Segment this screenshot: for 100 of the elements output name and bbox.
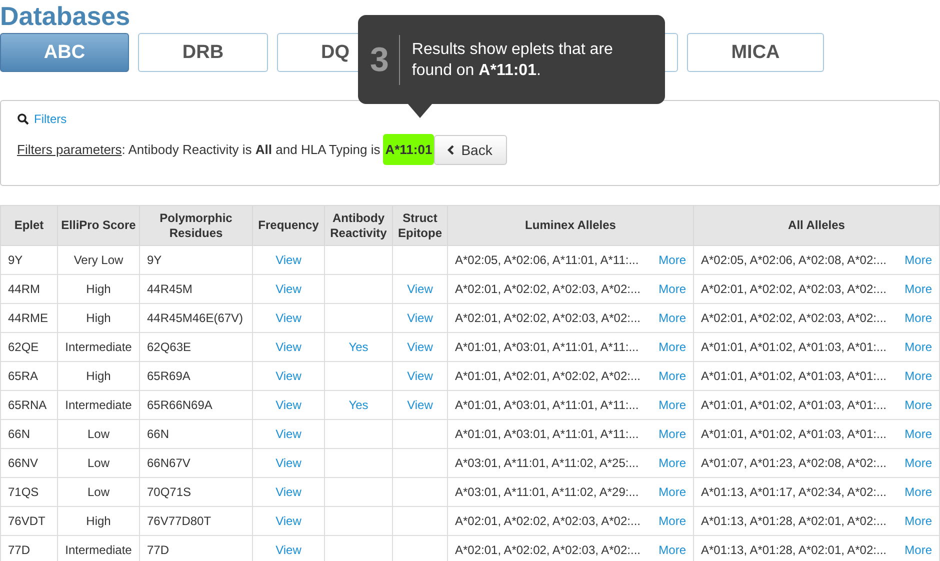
alleles-text: A*01:01, A*03:01, A*11:01, A*11:... (455, 398, 639, 412)
more-link[interactable]: More (658, 311, 686, 325)
alleles-text: A*03:01, A*11:01, A*11:02, A*25:... (455, 456, 639, 470)
score-cell: Low (58, 420, 140, 448)
column-header: Struct Epitope (392, 206, 448, 246)
view-link[interactable]: View (276, 543, 302, 557)
eplet-cell: 66NV (0, 448, 58, 478)
more-link[interactable]: More (658, 253, 686, 267)
search-icon (17, 113, 29, 125)
column-header: Frequency (252, 206, 324, 246)
eplet-cell: 77D (0, 536, 58, 561)
eplet-cell: 44RM (0, 274, 58, 304)
eplet-cell: 71QS (0, 478, 58, 506)
alleles-text: A*03:01, A*11:01, A*11:02, A*29:... (455, 485, 639, 499)
alleles-text: A*02:01, A*02:02, A*02:03, A*02:... (701, 282, 886, 296)
database-tab[interactable]: ABC (0, 33, 129, 72)
score-cell: High (58, 304, 140, 332)
eplet-cell: 44RME (0, 304, 58, 332)
residues-cell: 65R69A (140, 362, 252, 390)
more-link[interactable]: More (658, 485, 686, 499)
more-link[interactable]: More (904, 456, 932, 470)
more-link[interactable]: More (904, 369, 932, 383)
more-link[interactable]: More (904, 543, 932, 557)
eplet-cell: 76VDT (0, 506, 58, 536)
alleles-text: A*01:07, A*01:23, A*02:08, A*02:... (701, 456, 886, 470)
more-link[interactable]: More (904, 340, 932, 354)
score-cell: High (58, 362, 140, 390)
score-cell: High (58, 274, 140, 304)
filters-parameters-text: : Antibody Reactivity is All and HLA Typing is (122, 142, 380, 157)
alleles-text: A*01:13, A*01:28, A*02:01, A*02:... (701, 514, 886, 528)
more-link[interactable]: More (904, 311, 932, 325)
residues-cell: 44R45M46E(67V) (140, 304, 252, 332)
column-header: Antibody Reactivity (324, 206, 392, 246)
more-link[interactable]: More (658, 427, 686, 441)
view-link[interactable]: View (276, 282, 302, 296)
view-link[interactable]: View (276, 398, 302, 412)
more-link[interactable]: More (658, 282, 686, 296)
eplet-cell: 9Y (0, 246, 58, 274)
alleles-text: A*02:01, A*02:02, A*02:03, A*02:... (455, 543, 640, 557)
view-link[interactable]: View (276, 485, 302, 499)
column-header: Polymorphic Residues (140, 206, 252, 246)
score-cell: Intermediate (58, 390, 140, 420)
more-link[interactable]: More (904, 282, 932, 296)
residues-cell: 76V77D80T (140, 506, 252, 536)
alleles-text: A*02:05, A*02:06, A*02:08, A*02:... (701, 253, 886, 267)
view-link[interactable]: View (276, 253, 302, 267)
view-link[interactable]: View (276, 427, 302, 441)
more-link[interactable]: More (658, 543, 686, 557)
residues-cell: 66N (140, 420, 252, 448)
alleles-text: A*01:01, A*03:01, A*11:01, A*11:... (455, 427, 639, 441)
residues-cell: 65R66N69A (140, 390, 252, 420)
more-link[interactable]: More (658, 340, 686, 354)
chevron-left-icon (447, 144, 456, 154)
alleles-text: A*01:01, A*01:02, A*01:03, A*01:... (701, 398, 886, 412)
alleles-text: A*01:13, A*01:28, A*02:01, A*02:... (701, 543, 886, 557)
view-link[interactable]: View (276, 456, 302, 470)
more-link[interactable]: More (658, 369, 686, 383)
alleles-text: A*01:01, A*01:02, A*01:03, A*01:... (701, 427, 886, 441)
alleles-text: A*02:05, A*02:06, A*11:01, A*11:... (455, 253, 639, 267)
alleles-text: A*01:01, A*02:01, A*02:02, A*02:... (455, 369, 640, 383)
residues-cell: 9Y (140, 246, 252, 274)
yes-link[interactable]: Yes (348, 398, 368, 412)
score-cell: Low (58, 448, 140, 478)
more-link[interactable]: More (658, 456, 686, 470)
column-header: Eplet (0, 206, 58, 246)
view-link[interactable]: View (276, 311, 302, 325)
view-link[interactable]: View (276, 369, 302, 383)
more-link[interactable]: More (904, 514, 932, 528)
eplet-cell: 66N (0, 420, 58, 448)
alleles-text: A*02:01, A*02:02, A*02:03, A*02:... (701, 311, 886, 325)
filters-link[interactable]: Filters (34, 112, 67, 126)
eplet-cell: 62QE (0, 332, 58, 362)
more-link[interactable]: More (904, 427, 932, 441)
yes-link[interactable]: Yes (348, 340, 368, 354)
alleles-text: A*01:13, A*01:17, A*02:34, A*02:... (701, 485, 886, 499)
column-header: Luminex Alleles (448, 206, 694, 246)
page-title: Databases (0, 0, 132, 31)
back-button[interactable]: Back (434, 134, 508, 164)
database-tab[interactable]: DRB (138, 33, 268, 72)
residues-cell: 70Q71S (140, 478, 252, 506)
database-tab[interactable]: MICA (687, 33, 824, 72)
alleles-text: A*02:01, A*02:02, A*02:03, A*02:... (455, 514, 640, 528)
more-link[interactable]: More (904, 253, 932, 267)
residues-cell: 62Q63E (140, 332, 252, 362)
view-link[interactable]: View (276, 514, 302, 528)
more-link[interactable]: More (904, 485, 932, 499)
score-cell: Very Low (58, 246, 140, 274)
view-link[interactable]: View (276, 340, 302, 354)
step-number: 3 (370, 34, 400, 84)
column-header: ElliPro Score (58, 206, 140, 246)
more-link[interactable]: More (658, 398, 686, 412)
alleles-text: A*02:01, A*02:02, A*02:03, A*02:... (455, 311, 640, 325)
score-cell: Low (58, 478, 140, 506)
residues-cell: 44R45M (140, 274, 252, 304)
eplet-cell: 65RA (0, 362, 58, 390)
more-link[interactable]: More (904, 398, 932, 412)
alleles-text: A*01:01, A*01:02, A*01:03, A*01:... (701, 369, 886, 383)
more-link[interactable]: More (658, 514, 686, 528)
filters-parameters-label: Filters parameters (17, 142, 122, 157)
hla-typing-value: A*11:01 (383, 134, 434, 165)
